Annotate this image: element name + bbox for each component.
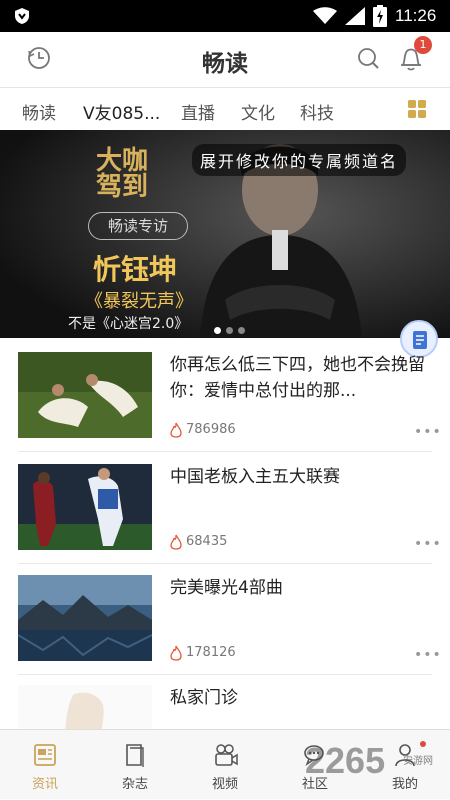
fire-icon xyxy=(170,645,182,661)
tab-vyou[interactable]: V友085... xyxy=(83,99,160,124)
nav-magazine[interactable]: 杂志 xyxy=(90,730,180,800)
tab-live[interactable]: 直播 xyxy=(181,99,215,124)
video-icon xyxy=(215,744,238,766)
more-options-icon[interactable]: ••• xyxy=(414,536,442,552)
status-bar: 11:26 xyxy=(0,0,450,32)
nav-news[interactable]: 资讯 xyxy=(0,730,90,800)
nav-magazine-label: 杂志 xyxy=(121,777,148,792)
carousel-indicator xyxy=(214,319,250,338)
banner-slogan: 展开修改你的专属频道名 xyxy=(192,144,407,176)
article-thumbnail xyxy=(18,464,152,550)
banner-subtitle: 《暴裂无声》 xyxy=(85,291,193,312)
view-count: 68435 xyxy=(186,534,228,549)
article-item[interactable]: 你再怎么低三下四，她也不会挽留你：爱情中总付出的那... 786986 ••• xyxy=(0,340,450,452)
fire-icon xyxy=(170,422,182,438)
profile-notification-dot xyxy=(420,741,426,747)
article-thumbnail xyxy=(18,575,152,661)
watermark-subtitle: 安游网 xyxy=(403,756,433,767)
fire-icon xyxy=(170,534,182,550)
more-options-icon[interactable]: ••• xyxy=(414,647,442,663)
channel-tabs: 畅读 V友085... 直播 文化 科技 xyxy=(0,88,450,130)
article-item[interactable]: 中国老板入主五大联赛 68435 ••• xyxy=(0,452,450,564)
magazine-icon xyxy=(126,744,144,767)
banner-tag: 畅读专访 xyxy=(88,212,188,240)
app-title: 畅读 xyxy=(202,51,248,77)
tab-changdu[interactable]: 畅读 xyxy=(22,99,56,124)
article-headline: 中国老板入主五大联赛 xyxy=(170,467,340,487)
app-header: 畅读 1 xyxy=(0,32,450,88)
article-thumbnail xyxy=(18,352,152,438)
carousel-dot[interactable] xyxy=(226,327,233,334)
notification-badge: 1 xyxy=(414,36,432,54)
article-headline: 你再怎么低三下四，她也不会挽留你：爱情中总付出的那... xyxy=(170,355,425,401)
watermark: 2265 xyxy=(305,740,386,781)
shield-icon xyxy=(15,8,29,24)
article-headline: 完美曝光4部曲 xyxy=(170,578,283,598)
carousel-dot[interactable] xyxy=(238,327,245,334)
nav-video-label: 视频 xyxy=(211,777,238,792)
nav-video[interactable]: 视频 xyxy=(180,730,270,800)
article-item[interactable]: 完美曝光4部曲 178126 ••• xyxy=(0,563,450,675)
nav-news-label: 资讯 xyxy=(31,777,58,792)
news-icon xyxy=(34,744,56,766)
view-count: 786986 xyxy=(186,422,236,437)
hero-banner[interactable]: 大咖 驾到 展开修改你的专属频道名 畅读专访 忻钰坤 《暴裂无声》 不是《心迷宫… xyxy=(0,130,450,338)
grid-icon[interactable] xyxy=(407,99,427,119)
carousel-dot[interactable] xyxy=(214,327,221,334)
wifi-icon xyxy=(313,7,337,24)
more-options-icon[interactable]: ••• xyxy=(414,424,442,440)
article-headline: 私家门诊 xyxy=(170,688,238,708)
view-count: 178126 xyxy=(186,645,236,660)
battery-icon xyxy=(373,5,387,27)
tab-culture[interactable]: 文化 xyxy=(241,99,275,124)
tab-tech[interactable]: 科技 xyxy=(300,99,334,124)
clock: 11:26 xyxy=(395,6,437,25)
banner-logo: 大咖 驾到 xyxy=(96,146,149,202)
search-icon[interactable] xyxy=(355,45,381,71)
signal-icon xyxy=(345,7,365,25)
banner-caption: 不是《心迷宫2.0》 xyxy=(68,316,189,332)
banner-name: 忻钰坤 xyxy=(93,253,178,286)
